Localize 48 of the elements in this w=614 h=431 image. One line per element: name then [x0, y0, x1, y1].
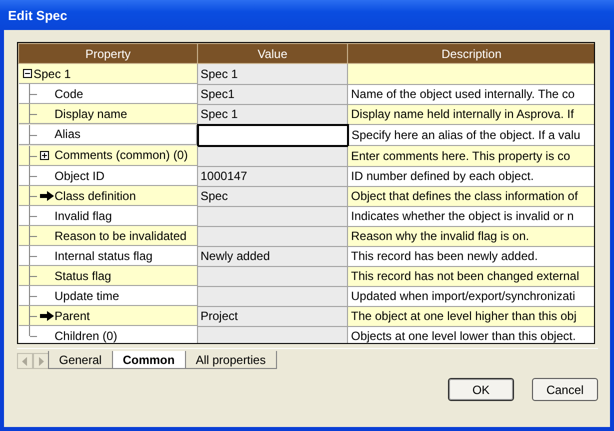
property-description: Updated when import/export/synchronizati	[351, 289, 576, 303]
property-description: Name of the object used internally. The co	[351, 87, 575, 101]
property-description: This record has been newly added.	[351, 249, 538, 263]
property-name: Parent	[54, 308, 90, 322]
sheet-tab[interactable]: Common	[112, 351, 186, 369]
property-value: 1000147	[200, 169, 248, 183]
property-name: Internal status flag	[54, 248, 153, 262]
expand-icon[interactable]	[40, 150, 48, 160]
dialog-button[interactable]: Cancel	[532, 378, 598, 401]
property-description: Indicates whether the object is invalid or n	[351, 209, 574, 223]
property-name: Class definition	[54, 188, 136, 202]
property-description: Enter comments here. This property is co	[351, 148, 570, 163]
property-name: Comments (common) (0)	[54, 148, 188, 162]
property-name: Code	[54, 86, 84, 100]
property-description: This record has not been changed external	[351, 269, 580, 283]
property-name: Spec 1	[34, 66, 71, 80]
property-value: Spec1	[200, 87, 235, 101]
property-value: Spec	[200, 189, 228, 203]
property-name: Object ID	[54, 168, 105, 182]
property-description: Reason why the invalid flag is on.	[351, 229, 530, 243]
property-name: Children (0)	[54, 328, 118, 342]
property-description: The object at one level higher than this obj	[351, 309, 576, 323]
property-value: Newly added	[200, 249, 270, 263]
column-header[interactable]: Description	[348, 44, 594, 64]
property-name: Status flag	[54, 268, 112, 282]
property-name: Display name	[54, 106, 128, 120]
property-description: Objects at one level lower than this object.	[351, 329, 576, 343]
collapse-icon[interactable]	[22, 69, 32, 78]
property-name: Reason to be invalidated	[54, 228, 187, 242]
column-header[interactable]: Property	[18, 44, 198, 64]
window-title: Edit Spec	[8, 8, 68, 22]
property-value: Spec 1	[200, 66, 238, 81]
property-value: Spec 1	[200, 107, 238, 121]
dialog-button[interactable]: OK	[448, 378, 514, 401]
property-name: Alias	[54, 127, 81, 141]
property-description: Specify here an alias of the object. If a valu	[352, 128, 580, 142]
property-description: Object that defines the class information of	[351, 189, 578, 203]
property-description: Display name held internally in Asprova. If	[351, 107, 574, 122]
arrow-icon[interactable]	[40, 310, 54, 320]
property-value: Project	[200, 309, 238, 323]
sheet-tab[interactable]: All properties	[184, 351, 277, 369]
property-name: Invalid flag	[54, 208, 112, 222]
scroll-right-icon[interactable]	[33, 353, 49, 369]
column-header[interactable]: Value	[198, 44, 348, 64]
value-field[interactable]	[198, 124, 348, 146]
property-name: Update time	[54, 288, 120, 302]
property-description: ID number defined by each object.	[351, 169, 534, 183]
arrow-icon[interactable]	[40, 190, 54, 200]
